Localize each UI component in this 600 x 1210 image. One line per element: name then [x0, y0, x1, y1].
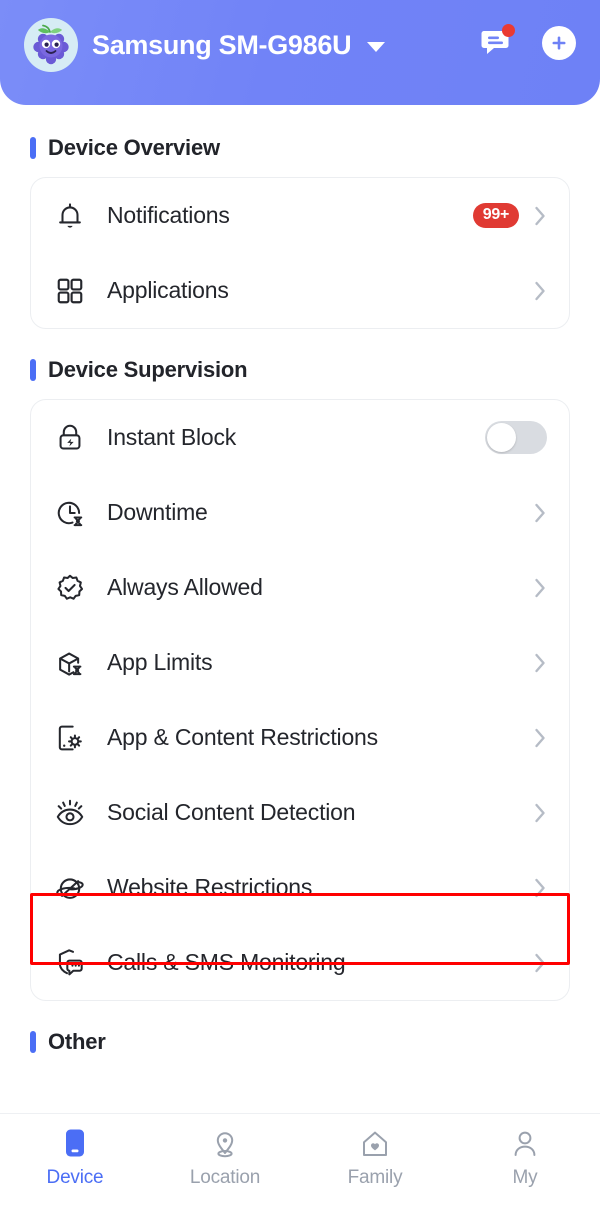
- row-label: App Limits: [107, 649, 213, 675]
- grid-apps-icon: [55, 276, 97, 306]
- row-label: Downtime: [107, 499, 208, 525]
- row-label: Always Allowed: [107, 574, 263, 600]
- row-website-restrictions[interactable]: Website Restrictions: [31, 850, 569, 925]
- unread-dot-badge: [502, 24, 515, 37]
- bottom-navigation: Device Location Family My: [0, 1113, 600, 1210]
- planet-globe-icon: [55, 873, 97, 903]
- phone-gear-icon: [55, 723, 97, 753]
- row-trailing: [533, 279, 547, 303]
- nav-label: Device: [46, 1167, 104, 1188]
- chevron-right-icon[interactable]: [533, 501, 547, 525]
- app-header: Samsung SM-G986U: [0, 0, 600, 105]
- toggle-knob: [487, 423, 516, 452]
- row-label: Notifications: [107, 202, 230, 228]
- section-header-device-supervision: Device Supervision: [30, 357, 570, 383]
- section-accent-bar: [30, 1031, 36, 1053]
- chevron-down-icon[interactable]: [367, 42, 386, 52]
- map-pin-icon: [211, 1128, 239, 1160]
- row-app-limits[interactable]: App Limits: [31, 625, 569, 700]
- row-always-allowed[interactable]: Always Allowed: [31, 550, 569, 625]
- row-app-content-restrictions[interactable]: App & Content Restrictions: [31, 700, 569, 775]
- row-trailing: [533, 576, 547, 600]
- row-downtime[interactable]: Downtime: [31, 475, 569, 550]
- shield-message-icon: [55, 948, 97, 978]
- chevron-right-icon[interactable]: [533, 726, 547, 750]
- chevron-right-icon[interactable]: [533, 651, 547, 675]
- home-heart-icon: [360, 1128, 390, 1160]
- nav-item-device[interactable]: Device: [0, 1128, 150, 1189]
- row-trailing: [533, 651, 547, 675]
- row-label: Social Content Detection: [107, 799, 356, 825]
- add-device-button[interactable]: [542, 26, 576, 60]
- section-accent-bar: [30, 137, 36, 159]
- chevron-right-icon[interactable]: [533, 204, 547, 228]
- row-notifications[interactable]: Notifications 99+: [31, 178, 569, 253]
- nav-label: My: [512, 1167, 538, 1188]
- lock-bolt-icon: [55, 423, 97, 453]
- row-trailing: [533, 876, 547, 900]
- row-calls-sms-monitoring[interactable]: Calls & SMS Monitoring: [31, 925, 569, 1000]
- section-title: Device Overview: [48, 135, 220, 160]
- chevron-right-icon[interactable]: [533, 951, 547, 975]
- row-label: Calls & SMS Monitoring: [107, 949, 346, 975]
- row-label: Website Restrictions: [107, 874, 313, 900]
- chevron-right-icon[interactable]: [533, 576, 547, 600]
- nav-item-family[interactable]: Family: [300, 1128, 450, 1189]
- section-title: Other: [48, 1029, 106, 1054]
- instant-block-toggle[interactable]: [485, 421, 547, 454]
- row-trailing: 99+: [472, 203, 547, 228]
- section-header-device-overview: Device Overview: [30, 135, 570, 161]
- row-trailing: [533, 801, 547, 825]
- device-selector[interactable]: Samsung SM-G986U: [24, 18, 478, 72]
- section-title: Device Supervision: [48, 357, 248, 382]
- row-trailing: [533, 501, 547, 525]
- nav-item-my[interactable]: My: [450, 1128, 600, 1189]
- section-header-other: Other: [30, 1029, 570, 1055]
- bell-icon: [55, 201, 97, 231]
- device-name-label: Samsung SM-G986U: [92, 29, 352, 60]
- nav-item-location[interactable]: Location: [150, 1128, 300, 1189]
- status-badge: 99+: [472, 203, 519, 228]
- row-label: App & Content Restrictions: [107, 724, 378, 750]
- content-area: Device Overview Notifications 99+ Applic…: [0, 135, 600, 1055]
- phone-device-icon: [62, 1128, 88, 1160]
- grape-character-avatar[interactable]: [24, 18, 78, 72]
- row-label: Applications: [107, 277, 229, 303]
- card-device-overview: Notifications 99+ Applications: [30, 177, 570, 329]
- badge-check-icon: [55, 573, 97, 603]
- app-screen: Samsung SM-G986U Device Overview Notific…: [0, 0, 600, 1210]
- clock-hourglass-icon: [55, 498, 97, 528]
- nav-label: Location: [189, 1167, 261, 1188]
- row-social-content-detection[interactable]: Social Content Detection: [31, 775, 569, 850]
- nav-label: Family: [347, 1167, 403, 1188]
- chevron-right-icon[interactable]: [533, 801, 547, 825]
- header-actions: [478, 24, 576, 62]
- row-trailing: [533, 951, 547, 975]
- chevron-right-icon[interactable]: [533, 876, 547, 900]
- message-bubble-icon[interactable]: [478, 24, 516, 62]
- eye-rays-icon: [55, 798, 97, 828]
- row-trailing: [533, 726, 547, 750]
- person-icon: [511, 1128, 539, 1160]
- cube-hourglass-icon: [55, 648, 97, 678]
- section-accent-bar: [30, 359, 36, 381]
- row-trailing: [485, 421, 547, 454]
- card-device-supervision: Instant Block Downtime Always Allowed Ap…: [30, 399, 570, 1001]
- chevron-right-icon[interactable]: [533, 279, 547, 303]
- row-applications[interactable]: Applications: [31, 253, 569, 328]
- row-instant-block[interactable]: Instant Block: [31, 400, 569, 475]
- row-label: Instant Block: [107, 424, 237, 450]
